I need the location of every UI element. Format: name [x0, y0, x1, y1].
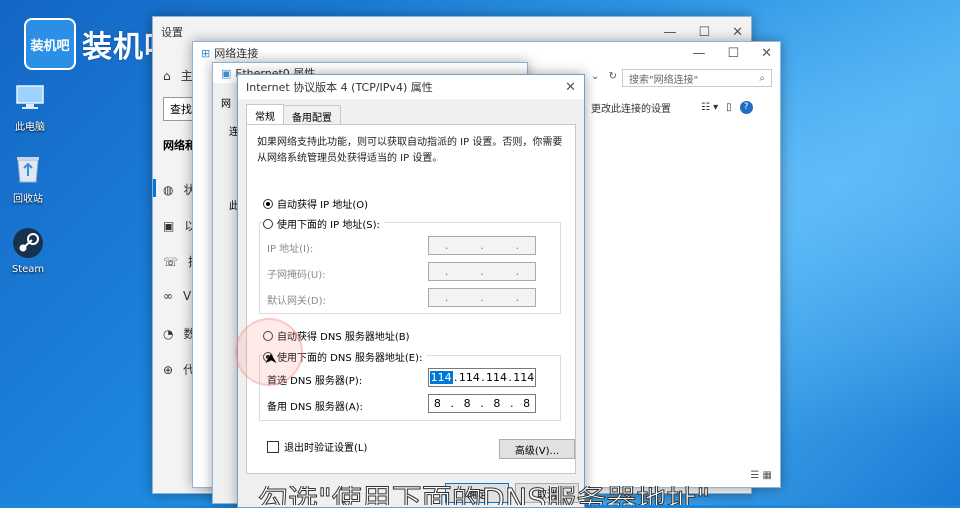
netconn-titlebar: ⊞ 网络连接 — ☐ ✕ [193, 42, 780, 64]
auto-ip-label: 自动获得 IP 地址(O) [277, 200, 369, 211]
preferred-dns-octet-4[interactable]: 114 [513, 371, 534, 384]
view-toggle-icons[interactable]: ☰ ▦ [750, 470, 772, 481]
preferred-dns-field[interactable]: 114. 114. 114. 114 [428, 368, 536, 387]
advanced-button[interactable]: 高级(V)... [499, 439, 575, 459]
manual-ip-radio[interactable] [263, 218, 273, 229]
general-panel: 如果网络支持此功能，则可以获取自动指派的 IP 设置。否则，你需要从网络系统管理… [246, 124, 576, 474]
description-text: 如果网络支持此功能，则可以获取自动指派的 IP 设置。否则，你需要从网络系统管理… [257, 137, 563, 164]
search-label: 查找 [170, 103, 192, 116]
ethernet-icon: ▣ [163, 218, 175, 233]
close-icon[interactable]: ✕ [761, 46, 772, 61]
preferred-dns-octet-2[interactable]: 114 [459, 371, 480, 384]
preview-pane-icon[interactable]: ▯ [726, 102, 732, 113]
netconn-title: 网络连接 [214, 47, 259, 60]
close-icon[interactable]: ✕ [732, 25, 743, 40]
alternate-dns-octet-1[interactable]: 8 [434, 397, 441, 410]
subnet-mask-label: 子网掩码(U): [267, 270, 326, 281]
auto-ip-radio[interactable] [263, 198, 273, 209]
active-indicator [153, 179, 156, 197]
phone-icon: ☏ [163, 254, 179, 269]
sidebar-item-data-usage[interactable]: ◔ 数 [163, 325, 196, 342]
search-icon: ⌕ [759, 72, 765, 84]
desktop-icon-this-pc[interactable]: 此电脑 [2, 80, 58, 133]
network-icon: ⊞ [201, 46, 211, 60]
validate-checkbox[interactable] [267, 440, 279, 453]
manual-ip-option[interactable]: 使用下面的 IP 地址(S): [263, 216, 384, 231]
chevron-down-icon: ⌄ [591, 71, 600, 82]
help-icon[interactable]: ? [739, 100, 753, 114]
subnet-mask-field: ... [428, 262, 536, 281]
minimize-icon[interactable]: — [663, 25, 676, 40]
desktop-icon-steam[interactable]: Steam [0, 226, 56, 275]
desktop-icon-label: 此电脑 [15, 122, 45, 133]
logo-badge: 装机吧 [24, 18, 76, 70]
change-settings-link[interactable]: 更改此连接的设置 [591, 100, 671, 115]
steam-icon [11, 226, 45, 260]
alternate-dns-label: 备用 DNS 服务器(A): [267, 402, 363, 413]
sidebar-item-vpn[interactable]: ∞ V [163, 289, 191, 303]
ipv4-titlebar: Internet 协议版本 4 (TCP/IPv4) 属性 ✕ [238, 75, 584, 99]
desktop-icon-recycle-bin[interactable]: 回收站 [0, 152, 56, 205]
validate-settings-option[interactable]: 退出时验证设置(L) [267, 439, 367, 454]
close-icon[interactable]: ✕ [565, 80, 576, 95]
validate-label: 退出时验证设置(L) [284, 443, 368, 454]
mouse-cursor-icon: ⮝ [265, 351, 277, 367]
gateway-field: ... [428, 288, 536, 307]
maximize-icon[interactable]: ☐ [727, 46, 739, 61]
sidebar-item-status[interactable]: ◍ 状 [163, 181, 196, 198]
settings-title: 设置 [161, 26, 183, 39]
proxy-icon: ⊕ [163, 362, 174, 377]
address-dropdown[interactable]: ⌄ ↻ [591, 71, 617, 82]
minimize-icon[interactable]: — [692, 46, 705, 61]
recycle-bin-icon [11, 152, 45, 186]
gateway-label: 默认网关(D): [267, 296, 326, 307]
alternate-dns-field[interactable]: 8. 8. 8. 8 [428, 394, 536, 413]
monitor-icon [13, 80, 47, 114]
vpn-icon: ∞ [163, 289, 173, 303]
desktop-icon-label: 回收站 [13, 194, 43, 205]
desktop-icon-label: Steam [11, 264, 45, 275]
settings-home[interactable]: ⌂ 主 [163, 67, 193, 84]
home-icon: ⌂ [163, 68, 171, 83]
search-placeholder: 搜索"网络连接" [629, 74, 699, 86]
ip-address-field: ... [428, 236, 536, 255]
ethprops-tab[interactable]: 网 [221, 95, 231, 110]
ipv4-properties-dialog: Internet 协议版本 4 (TCP/IPv4) 属性 ✕ 常规 备用配置 … [237, 74, 585, 508]
ip-address-label: IP 地址(I): [267, 244, 314, 255]
netconn-toolbar: 更改此连接的设置 ☷ ▾ ▯ ? [591, 96, 776, 118]
data-usage-icon: ◔ [163, 326, 174, 341]
alternate-dns-octet-4[interactable]: 8 [523, 397, 530, 410]
sidebar-item-proxy[interactable]: ⊕ 代 [163, 361, 195, 378]
ethernet-icon: ▣ [221, 66, 232, 80]
preferred-dns-octet-1[interactable]: 114 [429, 371, 453, 384]
maximize-icon[interactable]: ☐ [698, 25, 710, 40]
alternate-dns-octet-3[interactable]: 8 [493, 397, 500, 410]
view-options-icon[interactable]: ☷ ▾ [701, 102, 718, 113]
auto-ip-option[interactable]: 自动获得 IP 地址(O) [263, 196, 368, 211]
globe-icon: ◍ [163, 182, 174, 197]
video-subtitle: 勾选"使用下面的DNS服务器地址" [258, 486, 711, 505]
alternate-dns-octet-2[interactable]: 8 [464, 397, 471, 410]
preferred-dns-octet-3[interactable]: 114 [486, 371, 507, 384]
home-label: 主 [180, 69, 193, 83]
netconn-search-input[interactable]: 搜索"网络连接" ⌕ [622, 69, 772, 87]
ipv4-title: Internet 协议版本 4 (TCP/IPv4) 属性 [246, 81, 433, 94]
sidebar-item-label: V [183, 289, 192, 303]
refresh-icon[interactable]: ↻ [609, 71, 617, 82]
manual-ip-label: 使用下面的 IP 地址(S): [277, 220, 380, 231]
